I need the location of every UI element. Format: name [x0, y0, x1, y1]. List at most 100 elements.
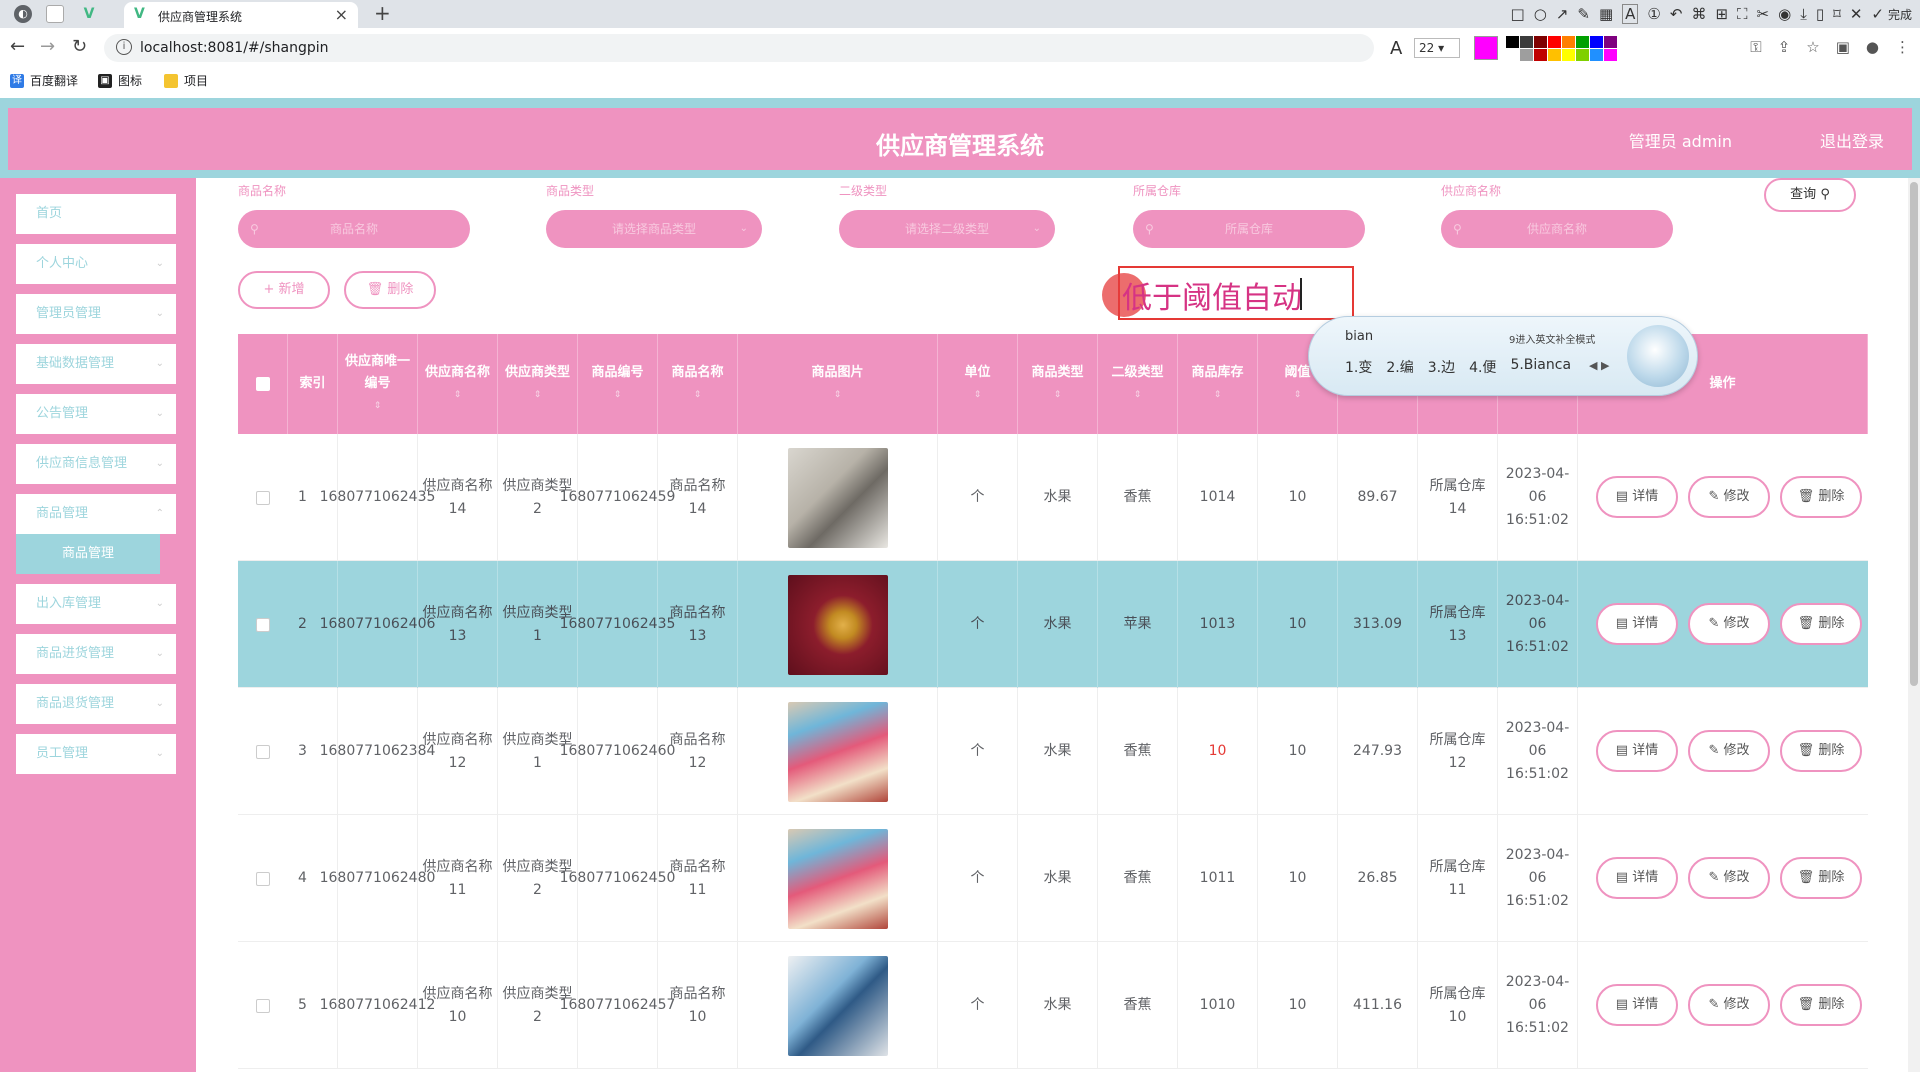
column-header-unit[interactable]: 单位 ⇕	[938, 334, 1018, 434]
site-info-icon[interactable]: i	[116, 39, 132, 55]
translate-tool-icon[interactable]: ⊞	[1715, 5, 1728, 23]
row-detail-button[interactable]: ▤ 详情	[1596, 857, 1678, 899]
sort-icon[interactable]: ⇕	[505, 384, 570, 406]
palette-swatch[interactable]	[1604, 49, 1617, 61]
font-size-select[interactable]: 22 ▾	[1414, 38, 1460, 58]
product-image[interactable]	[787, 828, 888, 929]
sort-icon[interactable]: ⇕	[964, 384, 990, 406]
row-edit-button[interactable]: ✎ 修改	[1688, 984, 1770, 1026]
rectangle-tool-icon[interactable]: □	[1511, 5, 1525, 23]
sort-icon[interactable]: ⇕	[1111, 384, 1163, 406]
row-delete-button[interactable]: 🗑 删除	[1780, 476, 1862, 518]
palette-swatch[interactable]	[1534, 49, 1547, 61]
column-header-image[interactable]: 商品图片 ⇕	[738, 334, 938, 434]
number-tool-icon[interactable]: ①	[1647, 5, 1660, 23]
sidebar-item-profile[interactable]: 个人中心 ⌄	[16, 244, 176, 284]
row-delete-button[interactable]: 🗑 删除	[1780, 603, 1862, 645]
sidebar-item-staff[interactable]: 员工管理 ⌄	[16, 734, 176, 774]
palette-swatch[interactable]	[1590, 49, 1603, 61]
product-image[interactable]	[787, 574, 888, 675]
column-header-supplier_name[interactable]: 供应商名称 ⇕	[418, 334, 498, 434]
new-tab-icon[interactable]: +	[374, 1, 391, 25]
column-header-supplier_no[interactable]: 供应商唯一编号 ⇕	[338, 334, 418, 434]
sidebar-item-return[interactable]: 商品退货管理 ⌄	[16, 684, 176, 724]
vue-tab-icon[interactable]: V	[80, 5, 98, 23]
sort-icon[interactable]: ⇕	[1191, 384, 1243, 406]
text-tool-icon[interactable]: A	[1622, 4, 1639, 24]
sort-icon[interactable]: ⇕	[671, 384, 723, 406]
row-delete-button[interactable]: 🗑 删除	[1780, 984, 1862, 1026]
palette-swatch[interactable]	[1506, 49, 1519, 61]
filter-subtype-select[interactable]: 请选择二级类型 ⌄	[839, 210, 1055, 248]
bookmark-projects[interactable]: 项目	[164, 72, 208, 89]
ime-page-arrows[interactable]: ◀ ▶	[1589, 359, 1609, 372]
product-image[interactable]	[787, 955, 888, 1056]
palette-swatch[interactable]	[1520, 36, 1533, 48]
ime-candidate[interactable]: 3.边	[1428, 357, 1455, 377]
row-detail-button[interactable]: ▤ 详情	[1596, 984, 1678, 1026]
row-edit-button[interactable]: ✎ 修改	[1688, 603, 1770, 645]
sort-icon[interactable]: ⇕	[811, 384, 863, 406]
sidebar-item-goods[interactable]: 商品管理 ⌃	[16, 494, 176, 534]
star-icon[interactable]: ☆	[1806, 38, 1819, 56]
sidebar-panel-icon[interactable]: ▣	[1836, 38, 1850, 56]
column-header-goods_name[interactable]: 商品名称 ⇕	[658, 334, 738, 434]
row-detail-button[interactable]: ▤ 详情	[1596, 603, 1678, 645]
sidebar-item-notice[interactable]: 公告管理 ⌄	[16, 394, 176, 434]
bookmark-translate[interactable]: 译 百度翻译	[10, 72, 78, 89]
url-input[interactable]: i localhost:8081/#/shangpin	[104, 34, 1374, 62]
tab-search-icon[interactable]	[46, 5, 64, 23]
browser-globe-icon[interactable]: ◐	[14, 5, 32, 23]
ime-candidate[interactable]: 5.Bianca	[1510, 357, 1571, 377]
share-icon[interactable]: ⇪	[1778, 38, 1791, 56]
arrow-tool-icon[interactable]: ↗	[1556, 5, 1569, 23]
filter-warehouse-input[interactable]: ⚲ 所属仓库	[1133, 210, 1365, 248]
scroll-thumb[interactable]	[1910, 182, 1918, 686]
pen-tool-icon[interactable]: ✎	[1577, 5, 1590, 23]
logout-link[interactable]: 退出登录	[1820, 128, 1884, 152]
profile-icon[interactable]: ●	[1866, 38, 1879, 56]
batch-delete-button[interactable]: 🗑 删除	[344, 271, 436, 309]
menu-icon[interactable]: ⋮	[1895, 38, 1910, 56]
palette-swatch[interactable]	[1534, 36, 1547, 48]
sort-icon[interactable]: ⇕	[1284, 384, 1310, 406]
row-checkbox[interactable]	[256, 744, 270, 759]
row-checkbox[interactable]	[256, 998, 270, 1013]
palette-swatch[interactable]	[1562, 49, 1575, 61]
row-edit-button[interactable]: ✎ 修改	[1688, 857, 1770, 899]
palette-swatch[interactable]	[1590, 36, 1603, 48]
forward-icon[interactable]: →	[40, 36, 55, 57]
row-edit-button[interactable]: ✎ 修改	[1688, 476, 1770, 518]
page-scrollbar[interactable]	[1908, 178, 1920, 1072]
filter-name-input[interactable]: ⚲ 商品名称	[238, 210, 470, 248]
row-checkbox[interactable]	[256, 617, 270, 632]
row-checkbox[interactable]	[256, 871, 270, 886]
column-header-subtype[interactable]: 二级类型 ⇕	[1098, 334, 1178, 434]
column-header-type[interactable]: 商品类型 ⇕	[1018, 334, 1098, 434]
long-screenshot-icon[interactable]: ✂	[1757, 5, 1770, 23]
download-icon[interactable]: ⤓	[1800, 5, 1807, 23]
filter-type-select[interactable]: 请选择商品类型 ⌄	[546, 210, 762, 248]
sidebar-item-basic-data[interactable]: 基础数据管理 ⌄	[16, 344, 176, 384]
select-all-checkbox[interactable]	[255, 377, 270, 391]
column-header-supplier_type[interactable]: 供应商类型 ⇕	[498, 334, 578, 434]
palette-swatch[interactable]	[1520, 49, 1533, 61]
palette-swatch[interactable]	[1548, 49, 1561, 61]
sidebar-item-purchase[interactable]: 商品进货管理 ⌄	[16, 634, 176, 674]
sidebar-item-admin[interactable]: 管理员管理 ⌄	[16, 294, 176, 334]
browser-tab[interactable]: V 供应商管理系统 ×	[124, 2, 358, 28]
palette-swatch[interactable]	[1576, 36, 1589, 48]
back-icon[interactable]: ←	[10, 36, 25, 57]
palette-swatch[interactable]	[1548, 36, 1561, 48]
row-detail-button[interactable]: ▤ 详情	[1596, 730, 1678, 772]
record-icon[interactable]: ◉	[1778, 5, 1791, 23]
sidebar-subitem-goods[interactable]: 商品管理	[16, 534, 160, 574]
product-image[interactable]	[787, 701, 888, 802]
cancel-icon[interactable]: ✕	[1850, 5, 1863, 23]
ocr-tool-icon[interactable]: ⛶	[1737, 5, 1748, 23]
current-color-swatch[interactable]	[1474, 36, 1498, 60]
query-button[interactable]: 查询 ⚲	[1764, 178, 1856, 212]
sort-icon[interactable]: ⇕	[591, 384, 643, 406]
tab-close-icon[interactable]: ×	[335, 5, 348, 24]
sort-icon[interactable]: ⇕	[425, 384, 490, 406]
